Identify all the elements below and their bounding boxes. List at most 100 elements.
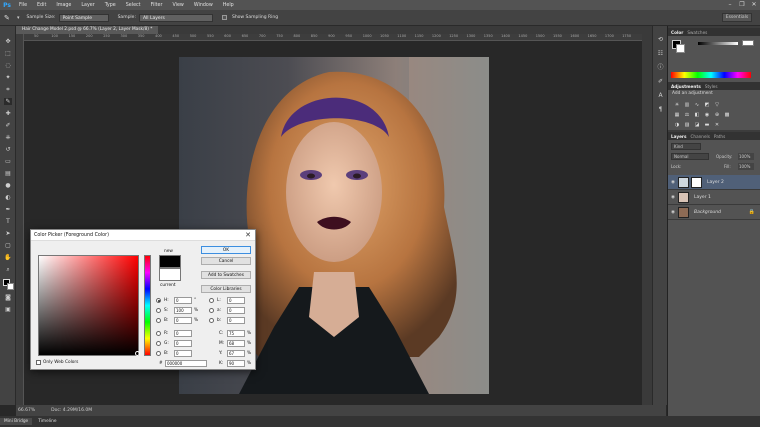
show-sampling-ring-checkbox[interactable] bbox=[221, 15, 227, 20]
selective-color-icon[interactable]: ✕ bbox=[714, 122, 720, 128]
vibrance-icon[interactable]: ▽ bbox=[714, 102, 720, 108]
menu-file[interactable]: File bbox=[14, 3, 32, 8]
tab-channels[interactable]: Channels bbox=[691, 134, 710, 139]
crop-tool-icon[interactable]: ⌗ bbox=[4, 86, 12, 93]
lasso-tool-icon[interactable]: ◌ bbox=[4, 62, 12, 69]
hex-field[interactable]: 000000 bbox=[165, 360, 207, 367]
workspace-switcher[interactable]: Essentials bbox=[722, 13, 752, 22]
invert-icon[interactable]: ◑ bbox=[674, 122, 680, 128]
tab-paths[interactable]: Paths bbox=[714, 134, 725, 139]
fill-value[interactable]: 100% bbox=[738, 163, 754, 170]
panel-background-swatch[interactable] bbox=[676, 44, 685, 53]
opacity-value[interactable]: 100% bbox=[738, 153, 754, 160]
canvas-scrollbar[interactable] bbox=[642, 34, 652, 405]
menu-help[interactable]: Help bbox=[218, 3, 239, 8]
sample-select[interactable]: All Layers bbox=[138, 13, 213, 22]
k-field[interactable]: 90 bbox=[227, 360, 245, 367]
r-field[interactable]: 0 bbox=[174, 330, 192, 337]
properties-icon[interactable]: ☷ bbox=[657, 50, 664, 57]
pen-tool-icon[interactable]: ✒ bbox=[4, 206, 12, 213]
layer-name[interactable]: Layer 2 bbox=[707, 180, 724, 185]
tab-color[interactable]: Color bbox=[671, 30, 683, 35]
l-field[interactable]: 0 bbox=[227, 297, 245, 304]
minimize-button[interactable]: – bbox=[724, 0, 736, 10]
layer-kind-filter[interactable]: Kind bbox=[671, 143, 701, 150]
s-field[interactable]: 100 bbox=[174, 307, 192, 314]
menu-view[interactable]: View bbox=[167, 3, 188, 8]
eyedropper-tool-icon[interactable]: ✎ bbox=[4, 98, 12, 105]
ok-button[interactable]: OK bbox=[201, 246, 251, 254]
color-value-box[interactable] bbox=[742, 40, 754, 46]
info-icon[interactable]: ⓘ bbox=[657, 64, 664, 71]
levels-icon[interactable]: ▥ bbox=[684, 102, 690, 108]
blue-radio[interactable] bbox=[156, 351, 161, 356]
layer-mask-thumbnail[interactable] bbox=[691, 176, 702, 188]
exposure-icon[interactable]: ◩ bbox=[704, 102, 710, 108]
a-field[interactable]: 0 bbox=[227, 307, 245, 314]
tab-styles[interactable]: Styles bbox=[705, 84, 718, 89]
history-icon[interactable]: ⟲ bbox=[657, 36, 664, 43]
maximize-button[interactable]: ❐ bbox=[736, 0, 748, 10]
layer-row-layer-2[interactable]: ◉ Layer 2 bbox=[668, 175, 760, 190]
type-tool-icon[interactable]: T bbox=[4, 218, 12, 225]
color-spectrum-ramp[interactable] bbox=[671, 72, 751, 78]
m-field[interactable]: 68 bbox=[227, 340, 245, 347]
tab-timeline[interactable]: Timeline bbox=[34, 418, 61, 425]
gradient-map-icon[interactable]: ▬ bbox=[704, 122, 710, 128]
color-field[interactable] bbox=[38, 255, 139, 356]
visibility-eye-icon[interactable]: ◉ bbox=[668, 210, 678, 215]
menu-image[interactable]: Image bbox=[51, 3, 76, 8]
dodge-tool-icon[interactable]: ◐ bbox=[4, 194, 12, 201]
hue-slider[interactable] bbox=[144, 255, 151, 356]
move-tool-icon[interactable]: ✥ bbox=[4, 38, 12, 45]
hue-saturation-icon[interactable]: ▦ bbox=[674, 112, 680, 118]
grayscale-slider[interactable] bbox=[698, 42, 738, 45]
close-button[interactable]: ✕ bbox=[748, 0, 760, 10]
only-web-colors-checkbox[interactable] bbox=[36, 360, 41, 365]
cancel-button[interactable]: Cancel bbox=[201, 257, 251, 265]
history-brush-tool-icon[interactable]: ↺ bbox=[4, 146, 12, 153]
character-icon[interactable]: A bbox=[657, 92, 664, 99]
visibility-eye-icon[interactable]: ◉ bbox=[668, 180, 678, 185]
brush-presets-icon[interactable]: ✐ bbox=[657, 78, 664, 85]
tab-mini-bridge[interactable]: Mini Bridge bbox=[0, 418, 33, 425]
menu-type[interactable]: Type bbox=[100, 3, 121, 8]
shape-tool-icon[interactable]: ▢ bbox=[4, 242, 12, 249]
posterize-icon[interactable]: ▨ bbox=[684, 122, 690, 128]
eraser-tool-icon[interactable]: ▭ bbox=[4, 158, 12, 165]
gradient-tool-icon[interactable]: ▤ bbox=[4, 170, 12, 177]
menu-filter[interactable]: Filter bbox=[146, 3, 168, 8]
menu-window[interactable]: Window bbox=[189, 3, 218, 8]
brush-tool-icon[interactable]: ✐ bbox=[4, 122, 12, 129]
green-radio[interactable] bbox=[156, 341, 161, 346]
tab-swatches[interactable]: Swatches bbox=[687, 30, 707, 35]
saturation-radio[interactable] bbox=[156, 308, 161, 313]
blend-mode-select[interactable]: Normal bbox=[671, 153, 709, 160]
lightness-radio[interactable] bbox=[209, 298, 214, 303]
brightness-radio[interactable] bbox=[156, 318, 161, 323]
curves-icon[interactable]: ∿ bbox=[694, 102, 700, 108]
zoom-tool-icon[interactable]: ⌕ bbox=[4, 266, 12, 273]
document-tab[interactable]: Hair Change Model 2.psd @ 66.7% (Layer 2… bbox=[16, 26, 159, 34]
red-radio[interactable] bbox=[156, 331, 161, 336]
color-libraries-button[interactable]: Color Libraries bbox=[201, 285, 251, 293]
screen-mode-icon[interactable]: ▣ bbox=[4, 306, 12, 313]
zoom-level[interactable]: 66.67% bbox=[18, 408, 35, 413]
healing-tool-icon[interactable]: ✚ bbox=[4, 110, 12, 117]
sample-size-select[interactable]: Point Sample bbox=[58, 13, 109, 22]
g-field[interactable]: 0 bbox=[174, 340, 192, 347]
layer-name[interactable]: Background bbox=[694, 210, 721, 215]
hue-radio[interactable] bbox=[156, 298, 161, 303]
eyedropper-icon[interactable]: ✎ bbox=[4, 14, 14, 22]
layer-name[interactable]: Layer 1 bbox=[694, 195, 711, 200]
color-lookup-icon[interactable]: ▩ bbox=[724, 112, 730, 118]
threshold-icon[interactable]: ◪ bbox=[694, 122, 700, 128]
marquee-tool-icon[interactable]: ⬚ bbox=[4, 50, 12, 57]
layer-row-layer-1[interactable]: ◉ Layer 1 bbox=[668, 190, 760, 205]
y-field[interactable]: 67 bbox=[227, 350, 245, 357]
lab-b-field[interactable]: 0 bbox=[227, 317, 245, 324]
layer-row-background[interactable]: ◉ Background 🔒 bbox=[668, 205, 760, 220]
add-to-swatches-button[interactable]: Add to Swatches bbox=[201, 271, 251, 279]
b-field[interactable]: 0 bbox=[174, 317, 192, 324]
close-icon[interactable]: ✕ bbox=[245, 230, 251, 241]
